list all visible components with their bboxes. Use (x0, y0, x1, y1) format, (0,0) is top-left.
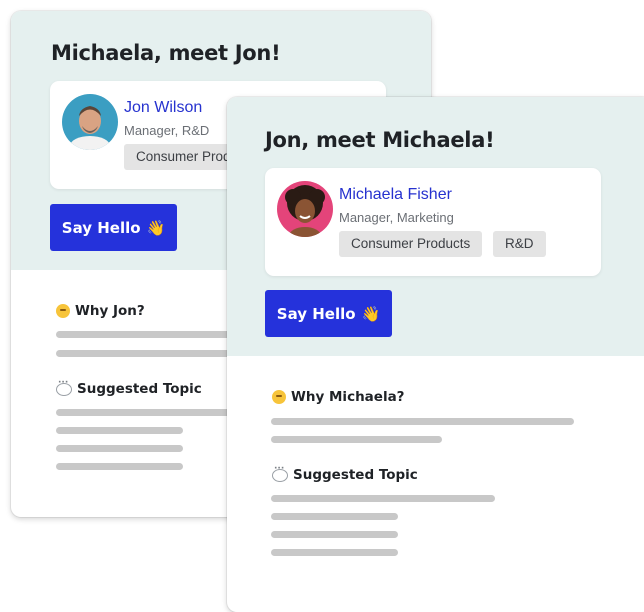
avatar[interactable] (277, 181, 333, 237)
waving-hand-icon: 👋 (146, 218, 166, 237)
card-title: Michaela, meet Jon! (51, 41, 281, 65)
card-title: Jon, meet Michaela! (265, 128, 495, 152)
why-title: Why Jon? (75, 303, 145, 319)
say-hello-button[interactable]: Say Hello 👋 (265, 290, 392, 337)
placeholder-line (271, 513, 398, 520)
thinking-face-icon (56, 304, 70, 318)
topic-section-title: Suggested Topic (272, 464, 418, 483)
waving-hand-icon: 👋 (361, 304, 381, 323)
placeholder-line (271, 549, 398, 556)
speech-bubble-icon (56, 378, 72, 396)
placeholder-line (56, 427, 183, 434)
intro-card-michaela: Jon, meet Michaela! Michaela Fisher Mana… (227, 97, 644, 612)
why-section-title: Why Michaela? (272, 389, 405, 405)
person-role: Manager, R&D (124, 123, 210, 138)
avatar[interactable] (62, 94, 118, 150)
why-section-title: Why Jon? (56, 303, 145, 319)
say-hello-label: Say Hello (61, 218, 141, 237)
placeholder-line (271, 418, 574, 425)
card-header: Jon, meet Michaela! Michaela Fisher Mana… (227, 97, 644, 356)
placeholder-line (271, 436, 442, 443)
placeholder-line (271, 495, 495, 502)
person-name[interactable]: Jon Wilson (124, 99, 202, 117)
person-name[interactable]: Michaela Fisher (339, 186, 452, 204)
placeholder-line (56, 463, 183, 470)
why-title: Why Michaela? (291, 389, 405, 405)
placeholder-line (56, 445, 183, 452)
placeholder-line (271, 531, 398, 538)
speech-bubble-icon (272, 464, 288, 482)
thinking-face-icon (272, 390, 286, 404)
tag-consumer-products: Consumer Products (339, 231, 483, 257)
say-hello-label: Say Hello (276, 304, 356, 323)
topic-title: Suggested Topic (293, 467, 418, 483)
topic-title: Suggested Topic (77, 381, 202, 397)
profile-card: Michaela Fisher Manager, Marketing Consu… (265, 168, 601, 276)
tag-rnd: R&D (493, 231, 546, 257)
person-role: Manager, Marketing (339, 210, 454, 225)
topic-section-title: Suggested Topic (56, 378, 202, 397)
say-hello-button[interactable]: Say Hello 👋 (50, 204, 177, 251)
